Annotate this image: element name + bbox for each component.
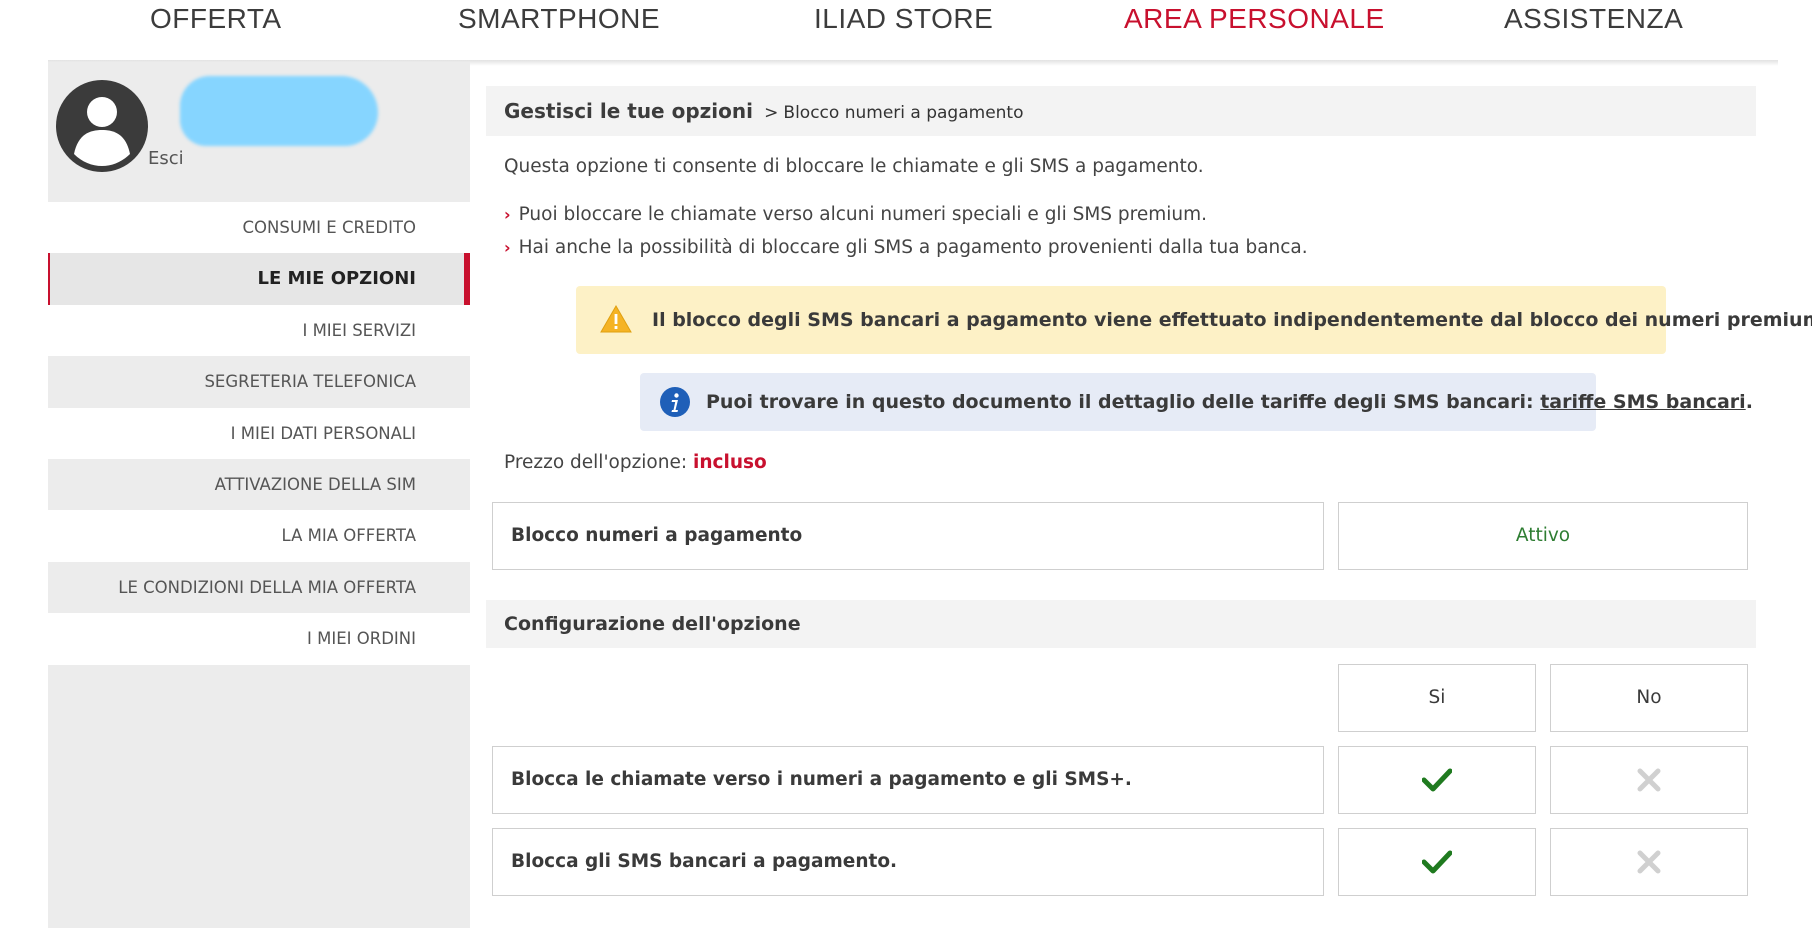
warning-icon: [600, 304, 632, 333]
sidebar-menu: CONSUMI E CREDITO LE MIE OPZIONI I MIEI …: [48, 202, 470, 665]
logout-link[interactable]: Esci: [148, 148, 184, 169]
nav-area-personale[interactable]: AREA PERSONALE: [1124, 0, 1384, 38]
checkmark-icon: [1422, 768, 1452, 792]
info-text: Puoi trovare in questo documento il dett…: [706, 373, 1753, 431]
nav-assistenza[interactable]: ASSISTENZA: [1504, 0, 1683, 38]
info-text-body: Puoi trovare in questo documento il dett…: [706, 391, 1534, 413]
column-header-no: No: [1550, 664, 1748, 732]
cross-icon: [1637, 768, 1661, 792]
breadcrumb: Gestisci le tue opzioni > Blocco numeri …: [486, 86, 1756, 136]
config-row-label: Blocca le chiamate verso i numeri a paga…: [492, 746, 1324, 814]
breadcrumb-main[interactable]: Gestisci le tue opzioni: [504, 99, 753, 123]
config-row-label: Blocca gli SMS bancari a pagamento.: [492, 828, 1324, 896]
checkmark-icon: [1422, 850, 1452, 874]
config-row-2-si-option[interactable]: [1338, 828, 1536, 896]
breadcrumb-separator: >: [764, 103, 779, 123]
sidebar-item-i-miei-dati-personali[interactable]: I MIEI DATI PERSONALI: [48, 407, 470, 459]
nav-iliad-store[interactable]: ILIAD STORE: [814, 0, 993, 38]
bullet-item: › Hai anche la possibilità di bloccare gl…: [504, 237, 1308, 258]
sidebar-item-la-mia-offerta[interactable]: LA MIA OFFERTA: [48, 510, 470, 562]
chevron-right-icon: ›: [504, 238, 511, 257]
warning-box: Il blocco degli SMS bancari a pagamento …: [576, 286, 1812, 354]
option-status: Attivo: [1338, 502, 1748, 570]
column-header-si: Si: [1338, 664, 1536, 732]
nav-offerta[interactable]: OFFERTA: [150, 0, 281, 38]
top-navigation: OFFERTA SMARTPHONE ILIAD STORE AREA PERS…: [0, 0, 1812, 62]
config-row-1-no-option[interactable]: [1550, 746, 1748, 814]
bullet-text: Hai anche la possibilità di bloccare gli…: [518, 237, 1308, 258]
sidebar-item-consumi-e-credito[interactable]: CONSUMI E CREDITO: [48, 202, 470, 254]
profile-block: Esci: [48, 62, 470, 202]
config-row-2-no-option[interactable]: [1550, 828, 1748, 896]
option-name: Blocco numeri a pagamento: [492, 502, 1324, 570]
sidebar-item-i-miei-ordini[interactable]: I MIEI ORDINI: [48, 613, 470, 665]
sidebar-item-le-condizioni-della-mia-offerta[interactable]: LE CONDIZIONI DELLA MIA OFFERTA: [48, 561, 470, 614]
chevron-right-icon: ›: [504, 205, 511, 224]
warning-text: Il blocco degli SMS bancari a pagamento …: [652, 309, 1812, 331]
config-row-1-si-option[interactable]: [1338, 746, 1536, 814]
info-icon: [660, 387, 690, 417]
info-text-end: .: [1745, 391, 1753, 413]
sidebar: Esci CONSUMI E CREDITO LE MIE OPZIONI I …: [48, 62, 470, 928]
breadcrumb-current: Blocco numeri a pagamento: [783, 103, 1024, 123]
intro-text: Questa opzione ti consente di bloccare l…: [504, 156, 1204, 177]
config-title: Configurazione dell'opzione: [486, 600, 1756, 648]
sidebar-item-le-mie-opzioni[interactable]: LE MIE OPZIONI: [48, 253, 470, 306]
price-label: Prezzo dell'opzione:: [504, 452, 688, 473]
user-avatar-icon: [56, 80, 148, 172]
redacted-user-name: [180, 76, 378, 146]
price-line: Prezzo dell'opzione: incluso: [504, 452, 767, 473]
nav-smartphone[interactable]: SMARTPHONE: [458, 0, 660, 38]
bullet-text: Puoi bloccare le chiamate verso alcuni n…: [518, 204, 1208, 225]
price-value: incluso: [693, 452, 767, 473]
sidebar-item-attivazione-della-sim[interactable]: ATTIVAZIONE DELLA SIM: [48, 458, 470, 511]
bullet-item: › Puoi bloccare le chiamate verso alcuni …: [504, 204, 1207, 225]
cross-icon: [1637, 850, 1661, 874]
sidebar-item-i-miei-servizi[interactable]: I MIEI SERVIZI: [48, 304, 470, 357]
info-box: Puoi trovare in questo documento il dett…: [640, 373, 1753, 431]
tariffe-sms-bancari-link[interactable]: tariffe SMS bancari: [1540, 391, 1745, 413]
sidebar-item-segreteria-telefonica[interactable]: SEGRETERIA TELEFONICA: [48, 356, 470, 408]
